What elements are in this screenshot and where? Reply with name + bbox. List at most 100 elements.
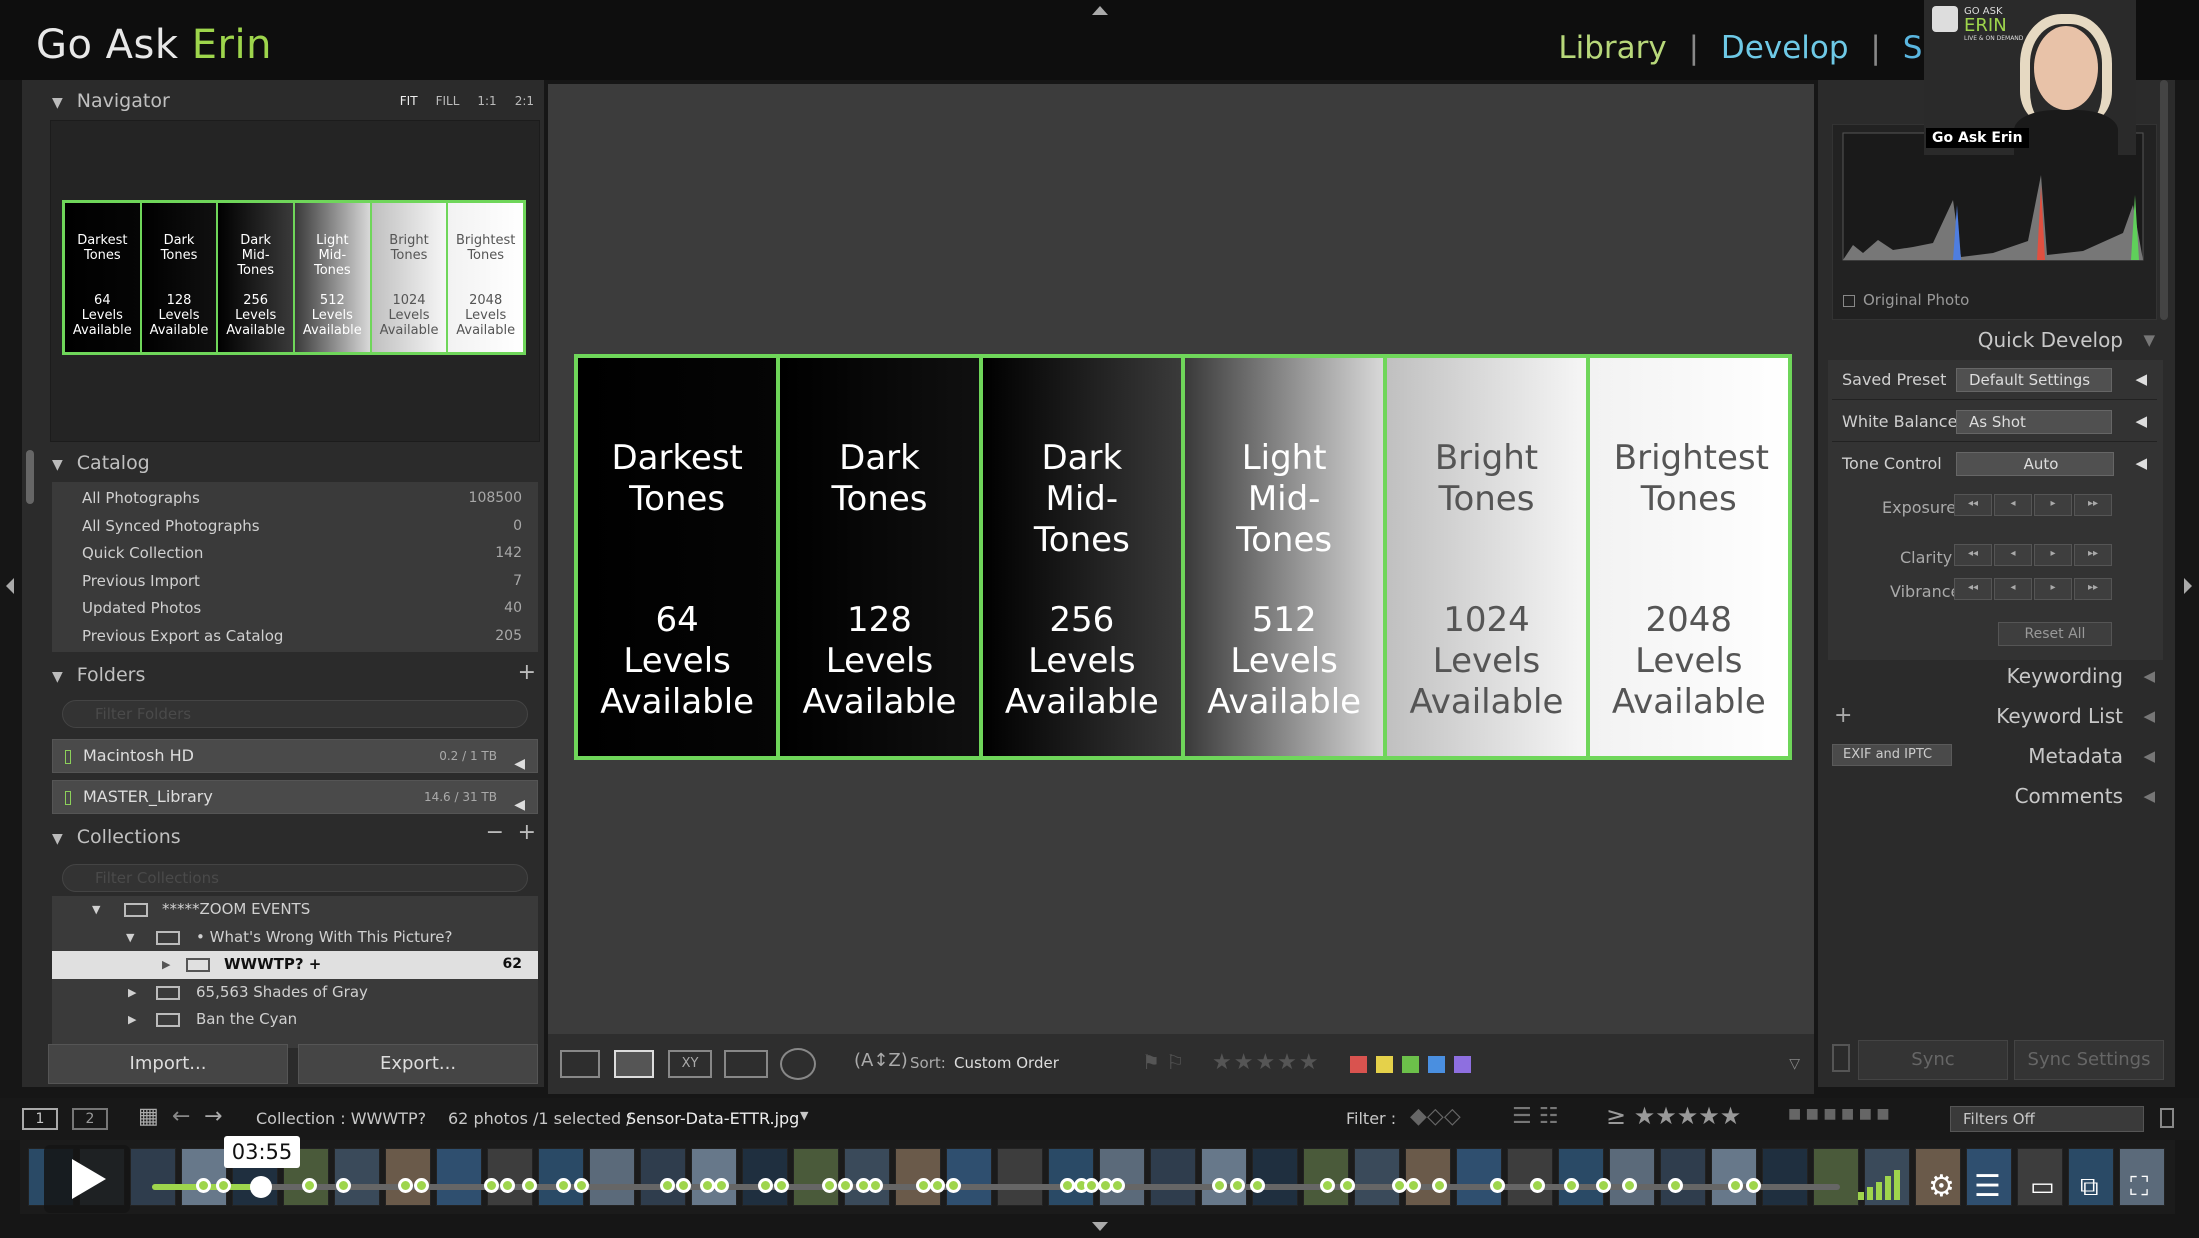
chapter-marker[interactable]	[758, 1178, 773, 1193]
flag-filter-icon[interactable]: ◆◇◇	[1410, 1104, 1461, 1129]
filmstrip-thumbnail[interactable]	[1201, 1148, 1247, 1206]
survey-view-icon[interactable]	[724, 1050, 768, 1078]
chapter-marker[interactable]	[1490, 1178, 1505, 1193]
filmstrip-thumbnail[interactable]	[1354, 1148, 1400, 1206]
add-collection-icon[interactable]: +	[518, 820, 536, 845]
filmstrip-thumbnail[interactable]	[385, 1148, 431, 1206]
chapter-marker[interactable]	[302, 1178, 317, 1193]
color-label-swatch[interactable]	[1428, 1056, 1445, 1073]
chapter-marker[interactable]	[714, 1178, 729, 1193]
filmstrip-thumbnail[interactable]	[895, 1148, 941, 1206]
filmstrip-thumbnail[interactable]	[1813, 1148, 1859, 1206]
chapter-marker[interactable]	[196, 1178, 211, 1193]
folder-item[interactable]: MASTER_Library 14.6 / 31 TB ◀	[52, 780, 538, 814]
filmstrip-thumbnail[interactable]	[1762, 1148, 1808, 1206]
loupe-view-icon[interactable]	[614, 1050, 654, 1078]
picture-in-picture-icon[interactable]: ⧉	[2080, 1170, 2099, 1204]
chapter-marker[interactable]	[336, 1178, 351, 1193]
sync-button[interactable]: Sync	[1858, 1040, 2008, 1080]
catalog-item[interactable]: All Synced Photographs 0	[52, 513, 538, 541]
collapse-arrow-icon[interactable]: ▼	[52, 457, 63, 473]
chapter-marker[interactable]	[946, 1178, 961, 1193]
filmstrip-thumbnail[interactable]	[1609, 1148, 1655, 1206]
grid-view-icon[interactable]	[560, 1050, 600, 1078]
filmstrip-thumbnail[interactable]	[1558, 1148, 1604, 1206]
chapter-marker[interactable]	[1340, 1178, 1355, 1193]
catalog-item[interactable]: Previous Import 7	[52, 568, 538, 596]
filmstrip-thumbnail[interactable]	[1405, 1148, 1451, 1206]
volume-icon[interactable]	[1858, 1170, 1908, 1204]
sort-direction-icon[interactable]: (A↕Z)	[854, 1050, 908, 1071]
filmstrip-thumbnail[interactable]	[742, 1148, 788, 1206]
filmstrip-thumbnail[interactable]	[640, 1148, 686, 1206]
folder-filter-input[interactable]: Filter Folders	[62, 700, 528, 728]
chapter-marker[interactable]	[574, 1178, 589, 1193]
auto-tone-button[interactable]: Auto	[1956, 452, 2114, 476]
color-filter-icon[interactable]: ■ ■ ■ ■ ■ ■	[1788, 1106, 1890, 1122]
chapter-marker[interactable]	[822, 1178, 837, 1193]
catalog-item[interactable]: All Photographs 108500	[52, 485, 538, 513]
expand-left-icon[interactable]: ◀	[514, 789, 525, 821]
keyword-list-header[interactable]: + Keyword List ◀	[1828, 698, 2163, 734]
flag-icons[interactable]: ⚑ ⚐	[1142, 1050, 1184, 1074]
collapse-arrow-icon[interactable]: ▼	[52, 669, 63, 685]
chapter-marker[interactable]	[1596, 1178, 1611, 1193]
chapter-marker[interactable]	[398, 1178, 413, 1193]
right-panel-toggle-icon[interactable]	[2184, 578, 2192, 594]
chapter-marker[interactable]	[660, 1178, 675, 1193]
catalog-item[interactable]: Updated Photos 40	[52, 595, 538, 623]
forward-arrow-icon[interactable]: →	[204, 1104, 222, 1129]
chapters-list-icon[interactable]: ☰	[1974, 1170, 2001, 1204]
zoom-2-1[interactable]: 2:1	[515, 94, 534, 108]
filmstrip-thumbnail[interactable]	[1507, 1148, 1553, 1206]
comments-header[interactable]: Comments ◀	[1828, 778, 2163, 814]
navigator-thumbnail[interactable]: Darkest Tones 64 Levels Available Dark Ton…	[62, 200, 526, 355]
export-button[interactable]: Export...	[298, 1044, 538, 1084]
selected-filename[interactable]: Sensor-Data-ETTR.jpg	[626, 1109, 799, 1128]
zoom-1-1[interactable]: 1:1	[477, 94, 496, 108]
catalog-item[interactable]: Previous Export as Catalog 205	[52, 623, 538, 651]
color-label-swatch[interactable]	[1350, 1056, 1367, 1073]
toolbar-menu-icon[interactable]: ▽	[1789, 1056, 1800, 1072]
filmstrip-thumbnail[interactable]	[1303, 1148, 1349, 1206]
filmstrip-thumbnail[interactable]	[1252, 1148, 1298, 1206]
filmstrip-thumbnail[interactable]	[589, 1148, 635, 1206]
add-folder-icon[interactable]: +	[518, 660, 536, 685]
filmstrip-thumbnail[interactable]	[1711, 1148, 1757, 1206]
left-panel-toggle-icon[interactable]	[6, 578, 14, 594]
catalog-item[interactable]: Quick Collection 142	[52, 540, 538, 568]
fullscreen-icon[interactable]: ⛶	[2130, 1170, 2148, 1204]
chapter-marker[interactable]	[1432, 1178, 1447, 1193]
filmstrip-thumbnail[interactable]	[1150, 1148, 1196, 1206]
sync-switch-icon[interactable]	[1832, 1044, 1850, 1072]
collection-set[interactable]: ▶ Ban the Cyan	[52, 1006, 538, 1034]
progress-scrubber[interactable]	[250, 1176, 272, 1198]
expand-left-icon[interactable]: ◀	[514, 748, 525, 780]
chapter-marker[interactable]	[1230, 1178, 1245, 1193]
exposure-stepper[interactable]: ◂◂ ◂ ▸ ▸▸	[1954, 494, 2112, 516]
people-view-icon[interactable]	[780, 1048, 816, 1080]
sync-settings-button[interactable]: Sync Settings	[2014, 1040, 2164, 1080]
chapter-marker[interactable]	[1406, 1178, 1421, 1193]
airplay-icon[interactable]: ▭	[2030, 1170, 2055, 1204]
disclosure-closed-icon[interactable]: ▶	[128, 1006, 136, 1033]
second-window-button[interactable]: 2	[72, 1108, 108, 1130]
expand-left-icon[interactable]: ◀	[2135, 454, 2147, 472]
clarity-stepper[interactable]: ◂◂ ◂ ▸ ▸▸	[1954, 544, 2112, 566]
collections-header[interactable]: ▼ Collections	[52, 826, 181, 848]
color-label-swatch[interactable]	[1454, 1056, 1471, 1073]
chapter-marker[interactable]	[1250, 1178, 1265, 1193]
filmstrip-thumbnail[interactable]	[436, 1148, 482, 1206]
chapter-marker[interactable]	[930, 1178, 945, 1193]
disclosure-open-icon[interactable]: ▼	[126, 924, 134, 951]
folder-item[interactable]: Macintosh HD 0.2 / 1 TB ◀	[52, 739, 538, 773]
chapter-marker[interactable]	[522, 1178, 537, 1193]
module-develop[interactable]: Develop	[1721, 30, 1849, 66]
back-arrow-icon[interactable]: ←	[172, 1104, 190, 1129]
rating-stars-icon[interactable]: ★★★★★	[1212, 1050, 1321, 1075]
vibrance-stepper[interactable]: ◂◂ ◂ ▸ ▸▸	[1954, 578, 2112, 600]
filmstrip-thumbnail[interactable]	[1048, 1148, 1094, 1206]
filmstrip-thumbnail[interactable]	[1660, 1148, 1706, 1206]
expand-left-icon[interactable]: ◀	[2143, 698, 2155, 734]
expand-left-icon[interactable]: ◀	[2135, 412, 2147, 430]
